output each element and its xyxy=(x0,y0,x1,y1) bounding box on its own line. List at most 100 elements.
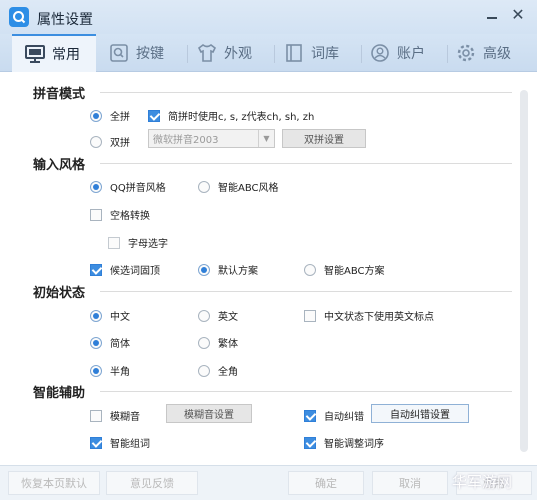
option-label: 半角 xyxy=(110,367,130,378)
double-pinyin-scheme-select[interactable]: 微软拼音2003 ▼ xyxy=(148,129,275,148)
option-label: 简体 xyxy=(110,339,130,350)
option-label: 空格转换 xyxy=(110,211,150,222)
checkbox[interactable] xyxy=(90,263,102,276)
radio-traditional[interactable]: 繁体 xyxy=(198,335,238,350)
tab-dictionary[interactable]: 词库 xyxy=(283,34,359,72)
window-title: 属性设置 xyxy=(37,12,93,28)
chevron-down-icon[interactable]: ▼ xyxy=(258,130,274,147)
minimize-button[interactable] xyxy=(483,6,501,24)
tab-common[interactable]: 常用 xyxy=(12,34,96,72)
close-button[interactable]: ✕ xyxy=(509,6,527,24)
option-label: 全拼 xyxy=(110,112,130,123)
gear-icon xyxy=(455,42,477,64)
checkbox[interactable] xyxy=(304,436,316,449)
divider xyxy=(100,391,512,392)
radio-button[interactable] xyxy=(198,336,210,349)
option-label: 繁体 xyxy=(218,339,238,350)
checkbox[interactable] xyxy=(304,409,316,422)
app-logo-icon xyxy=(9,7,29,27)
checkbox[interactable] xyxy=(90,208,102,221)
option-label: 字母选字 xyxy=(128,239,168,250)
option-label: 英文 xyxy=(218,312,238,323)
checkbox-simplified-pinyin[interactable]: 简拼时使用c, s, z代表ch, sh, zh xyxy=(148,108,314,123)
radio-button[interactable] xyxy=(198,263,210,276)
option-label: 智能ABC方案 xyxy=(324,266,385,277)
divider xyxy=(100,92,512,93)
checkbox-smart-order[interactable]: 智能调整词序 xyxy=(304,435,384,450)
section-title-input-style: 输入风格 xyxy=(33,158,86,173)
settings-panel: 拼音模式 全拼 简拼时使用c, s, z代表ch, sh, zh 双拼 微软拼音… xyxy=(0,72,537,465)
auto-correct-settings-button[interactable]: 自动纠错设置 xyxy=(371,404,469,423)
tab-label: 常用 xyxy=(52,47,80,63)
option-label: 候选词固顶 xyxy=(110,266,160,277)
option-label: 中文状态下使用英文标点 xyxy=(324,312,434,323)
radio-simplified[interactable]: 简体 xyxy=(90,335,130,350)
radio-button[interactable] xyxy=(90,180,102,193)
checkbox[interactable] xyxy=(90,409,102,422)
tab-label: 高级 xyxy=(483,46,511,62)
option-label: 智能组词 xyxy=(110,439,150,450)
section-title-initial-state: 初始状态 xyxy=(33,286,86,301)
book-icon xyxy=(283,42,305,64)
radio-qq-style[interactable]: QQ拼音风格 xyxy=(90,179,166,194)
monitor-icon xyxy=(24,43,46,65)
radio-abc-style[interactable]: 智能ABC风格 xyxy=(198,179,279,194)
radio-button[interactable] xyxy=(198,309,210,322)
radio-full-pinyin[interactable]: 全拼 xyxy=(90,108,130,123)
checkbox[interactable] xyxy=(148,109,160,122)
double-pinyin-settings-button[interactable]: 双拼设置 xyxy=(282,129,366,148)
scrollbar[interactable] xyxy=(520,90,528,452)
tab-appearance[interactable]: 外观 xyxy=(196,34,272,72)
option-label: 默认方案 xyxy=(218,266,258,277)
tab-keys[interactable]: 按键 xyxy=(108,34,184,72)
feedback-button[interactable]: 意见反馈 xyxy=(106,471,198,495)
checkbox-english-punctuation[interactable]: 中文状态下使用英文标点 xyxy=(304,308,434,323)
cancel-button[interactable]: 取消 xyxy=(372,471,448,495)
checkbox-letter-select[interactable]: 字母选字 xyxy=(108,235,168,250)
radio-button[interactable] xyxy=(90,135,102,148)
ok-button[interactable]: 确定 xyxy=(288,471,364,495)
checkbox-candidate-top[interactable]: 候选词固顶 xyxy=(90,262,160,277)
checkbox-space-convert[interactable]: 空格转换 xyxy=(90,207,150,222)
tab-label: 账户 xyxy=(397,46,425,62)
checkbox[interactable] xyxy=(108,236,120,249)
tab-label: 外观 xyxy=(224,46,252,62)
tab-account[interactable]: 账户 xyxy=(369,34,445,72)
footer-bar: 恢复本页默认 意见反馈 确定 取消 应用 华军游网 xyxy=(0,465,537,500)
select-value: 微软拼音2003 xyxy=(153,135,219,146)
key-icon xyxy=(108,42,130,64)
checkbox[interactable] xyxy=(304,309,316,322)
section-title-pinyin-mode: 拼音模式 xyxy=(33,87,86,102)
radio-chinese[interactable]: 中文 xyxy=(90,308,130,323)
tab-advanced[interactable]: 高级 xyxy=(455,34,531,72)
divider xyxy=(100,163,512,164)
radio-button[interactable] xyxy=(90,364,102,377)
restore-default-button[interactable]: 恢复本页默认 xyxy=(8,471,100,495)
fuzzy-settings-button[interactable]: 模糊音设置 xyxy=(166,404,252,423)
radio-button[interactable] xyxy=(90,309,102,322)
tab-bar: 常用 按键 外观 词库 账户 高级 xyxy=(0,34,537,72)
radio-english[interactable]: 英文 xyxy=(198,308,238,323)
radio-button[interactable] xyxy=(90,109,102,122)
radio-half-width[interactable]: 半角 xyxy=(90,363,130,378)
radio-button[interactable] xyxy=(198,180,210,193)
radio-button[interactable] xyxy=(90,336,102,349)
option-label: 智能调整词序 xyxy=(324,439,384,450)
radio-double-pinyin[interactable]: 双拼 xyxy=(90,134,130,149)
radio-button[interactable] xyxy=(304,263,316,276)
checkbox-auto-correct[interactable]: 自动纠错 xyxy=(304,408,364,423)
radio-full-width[interactable]: 全角 xyxy=(198,363,238,378)
radio-default-scheme[interactable]: 默认方案 xyxy=(198,262,258,277)
radio-abc-scheme[interactable]: 智能ABC方案 xyxy=(304,262,385,277)
checkbox[interactable] xyxy=(90,436,102,449)
tab-separator xyxy=(274,45,275,63)
option-label: 智能ABC风格 xyxy=(218,183,279,194)
option-label: 全角 xyxy=(218,367,238,378)
tab-separator xyxy=(187,45,188,63)
checkbox-fuzzy[interactable]: 模糊音 xyxy=(90,408,140,423)
checkbox-smart-words[interactable]: 智能组词 xyxy=(90,435,150,450)
tab-separator xyxy=(361,45,362,63)
tab-separator xyxy=(447,45,448,63)
radio-button[interactable] xyxy=(198,364,210,377)
divider xyxy=(100,291,512,292)
